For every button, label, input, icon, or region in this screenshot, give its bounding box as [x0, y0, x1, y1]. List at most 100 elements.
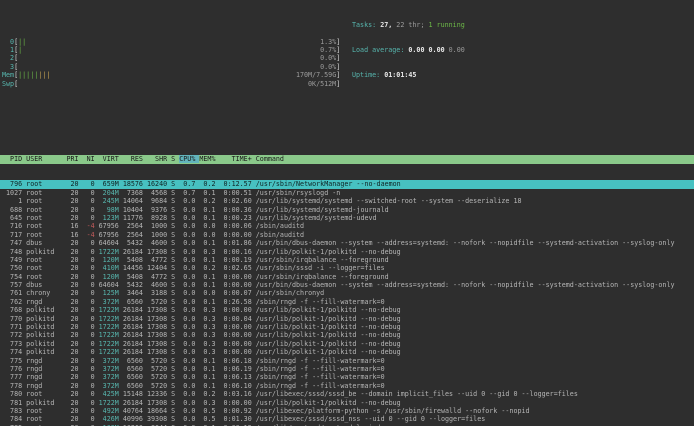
- cell-ni: 0: [83, 306, 99, 314]
- cell-shr: 12336: [147, 390, 171, 398]
- cell-time: 0:00.07: [220, 289, 256, 297]
- cell-cpu: 0.0: [179, 382, 199, 390]
- column-header-pid[interactable]: PID: [2, 155, 26, 163]
- process-row-688[interactable]: 688 root 20 0 98M 10404 9376 S 0.0 0.1 0…: [0, 206, 694, 214]
- cell-pri: 20: [66, 180, 82, 188]
- process-row-776[interactable]: 776 rngd 20 0 372M 6560 5720 S 0.0 0.1 0…: [0, 365, 694, 373]
- cell-command: /sbin/rngd -f --fill-watermark=0: [256, 382, 385, 390]
- cell-mem: 0.3: [199, 248, 219, 256]
- cell-time: 0:26.58: [220, 298, 256, 306]
- cell-mem: 0.3: [199, 315, 219, 323]
- cell-shr: 5720: [147, 382, 171, 390]
- cell-time: 0:00.04: [220, 315, 256, 323]
- cell-ni: 0: [83, 315, 99, 323]
- memory-meter-bar-0: |||||: [18, 71, 38, 79]
- cell-pid: 716: [2, 222, 26, 230]
- cell-pri: 20: [66, 189, 82, 197]
- cell-ni: 0: [83, 256, 99, 264]
- process-row-775[interactable]: 775 rngd 20 0 372M 6560 5720 S 0.0 0.1 0…: [0, 357, 694, 365]
- process-row-1[interactable]: 1 root 20 0 245M 14064 9684 S 0.0 0.2 0:…: [0, 197, 694, 205]
- process-row-771[interactable]: 771 polkitd 20 0 1722M 26184 17308 S 0.0…: [0, 323, 694, 331]
- cell-mem: 0.1: [199, 382, 219, 390]
- cell-command: /usr/libexec/platform-python -s /usr/sbi…: [256, 407, 530, 415]
- process-row-749[interactable]: 749 root 20 0 120M 5408 4772 S 0.0 0.1 0…: [0, 256, 694, 264]
- process-row-796[interactable]: 796 root 20 0 659M 18576 16240 S 0.7 0.2…: [0, 180, 694, 188]
- process-row-748[interactable]: 748 polkitd 20 0 1722M 26184 17308 S 0.0…: [0, 248, 694, 256]
- process-row-777[interactable]: 777 rngd 20 0 372M 6560 5720 S 0.0 0.1 0…: [0, 373, 694, 381]
- cell-mem: 0.1: [199, 273, 219, 281]
- process-row-780[interactable]: 780 root 20 0 425M 15148 12336 S 0.0 0.2…: [0, 390, 694, 398]
- process-row-747[interactable]: 747 dbus 20 0 64604 5432 4600 S 0.0 0.1 …: [0, 239, 694, 247]
- cell-time: 0:03.16: [220, 390, 256, 398]
- cell-res: 6560: [123, 298, 147, 306]
- cell-pid: 748: [2, 248, 26, 256]
- cell-user: rngd: [26, 382, 66, 390]
- process-row-750[interactable]: 750 root 20 0 410M 14456 12404 S 0.0 0.2…: [0, 264, 694, 272]
- cell-pid: 777: [2, 373, 26, 381]
- process-row-781[interactable]: 781 polkitd 20 0 1722M 26184 17308 S 0.0…: [0, 399, 694, 407]
- cell-cpu: 0.0: [179, 248, 199, 256]
- column-header-command[interactable]: Command: [256, 155, 284, 163]
- cell-mem: 0.1: [199, 214, 219, 222]
- cell-cpu: 0.0: [179, 373, 199, 381]
- cell-cpu: 0.0: [179, 273, 199, 281]
- process-row-645[interactable]: 645 root 20 0 123M 11776 8928 S 0.0 0.1 …: [0, 214, 694, 222]
- column-header-shr[interactable]: SHR: [147, 155, 171, 163]
- cell-mem: 0.1: [199, 189, 219, 197]
- cell-shr: 17308: [147, 306, 171, 314]
- process-row-772[interactable]: 772 polkitd 20 0 1722M 26184 17308 S 0.0…: [0, 331, 694, 339]
- column-header-user[interactable]: USER: [26, 155, 66, 163]
- cpu0-meter-value: 1.3%: [320, 38, 336, 46]
- process-row-768[interactable]: 768 polkitd 20 0 1722M 26184 17308 S 0.0…: [0, 306, 694, 314]
- process-row-1027[interactable]: 1027 root 20 0 204M 7368 4568 S 0.7 0.1 …: [0, 189, 694, 197]
- cell-res: 14456: [123, 264, 147, 272]
- uptime-label: Uptime:: [352, 71, 384, 79]
- column-header-cpu[interactable]: CPU%: [179, 155, 199, 163]
- cell-time: 0:01.30: [220, 415, 256, 423]
- cell-user: root: [26, 256, 66, 264]
- process-row-784[interactable]: 784 root 20 0 426M 40996 39308 S 0.0 0.5…: [0, 415, 694, 423]
- cell-pri: 20: [66, 399, 82, 407]
- cell-cpu: 0.0: [179, 214, 199, 222]
- cell-ni: 0: [83, 281, 99, 289]
- spacer-line: [2, 130, 694, 138]
- process-row-754[interactable]: 754 root 20 0 120M 5408 4772 S 0.0 0.1 0…: [0, 273, 694, 281]
- cell-command: /usr/bin/dbus-daemon --system --address=…: [256, 281, 675, 289]
- cpu2-meter-value: 0.0%: [320, 54, 336, 62]
- process-row-770[interactable]: 770 polkitd 20 0 1722M 26184 17308 S 0.0…: [0, 315, 694, 323]
- process-row-761[interactable]: 761 chrony 20 0 125M 3464 3188 S 0.0 0.0…: [0, 289, 694, 297]
- uptime-value: 01:01:45: [384, 71, 416, 79]
- cell-mem: 0.0: [199, 231, 219, 239]
- column-header-time[interactable]: TIME+: [220, 155, 256, 163]
- cell-res: 10404: [123, 206, 147, 214]
- cell-pid: 749: [2, 256, 26, 264]
- cell-res: 40764: [123, 407, 147, 415]
- process-row-757[interactable]: 757 dbus 20 0 64604 5432 4600 S 0.0 0.1 …: [0, 281, 694, 289]
- cell-cpu: 0.0: [179, 340, 199, 348]
- cell-ni: 0: [83, 273, 99, 281]
- cell-user: dbus: [26, 239, 66, 247]
- column-header-ni[interactable]: NI: [83, 155, 99, 163]
- cell-command: /usr/sbin/chronyd: [256, 289, 324, 297]
- process-row-774[interactable]: 774 polkitd 20 0 1722M 26184 17308 S 0.0…: [0, 348, 694, 356]
- cell-time: 0:06.13: [220, 373, 256, 381]
- process-row-716[interactable]: 716 root 16 -4 67956 2564 1000 S 0.0 0.0…: [0, 222, 694, 230]
- cell-user: polkitd: [26, 248, 66, 256]
- column-header-virt[interactable]: VIRT: [99, 155, 123, 163]
- meter-open-bracket: [: [14, 80, 18, 88]
- process-row-778[interactable]: 778 rngd 20 0 372M 6560 5720 S 0.0 0.1 0…: [0, 382, 694, 390]
- cell-res: 5432: [123, 239, 147, 247]
- cell-virt: 1722M: [99, 340, 123, 348]
- process-row-783[interactable]: 783 root 20 0 492M 40764 18664 S 0.0 0.5…: [0, 407, 694, 415]
- process-row-773[interactable]: 773 polkitd 20 0 1722M 26184 17308 S 0.0…: [0, 340, 694, 348]
- column-header-pri[interactable]: PRI: [66, 155, 82, 163]
- cell-pid: 778: [2, 382, 26, 390]
- cell-res: 40996: [123, 415, 147, 423]
- cell-pid: 796: [2, 180, 26, 188]
- process-row-762[interactable]: 762 rngd 20 0 372M 6560 5720 S 0.0 0.1 0…: [0, 298, 694, 306]
- cell-shr: 1000: [147, 231, 171, 239]
- column-header-mem[interactable]: MEM%: [199, 155, 219, 163]
- cell-cpu: 0.0: [179, 231, 199, 239]
- process-row-717[interactable]: 717 root 16 -4 67956 2564 1000 S 0.0 0.0…: [0, 231, 694, 239]
- column-header-res[interactable]: RES: [123, 155, 147, 163]
